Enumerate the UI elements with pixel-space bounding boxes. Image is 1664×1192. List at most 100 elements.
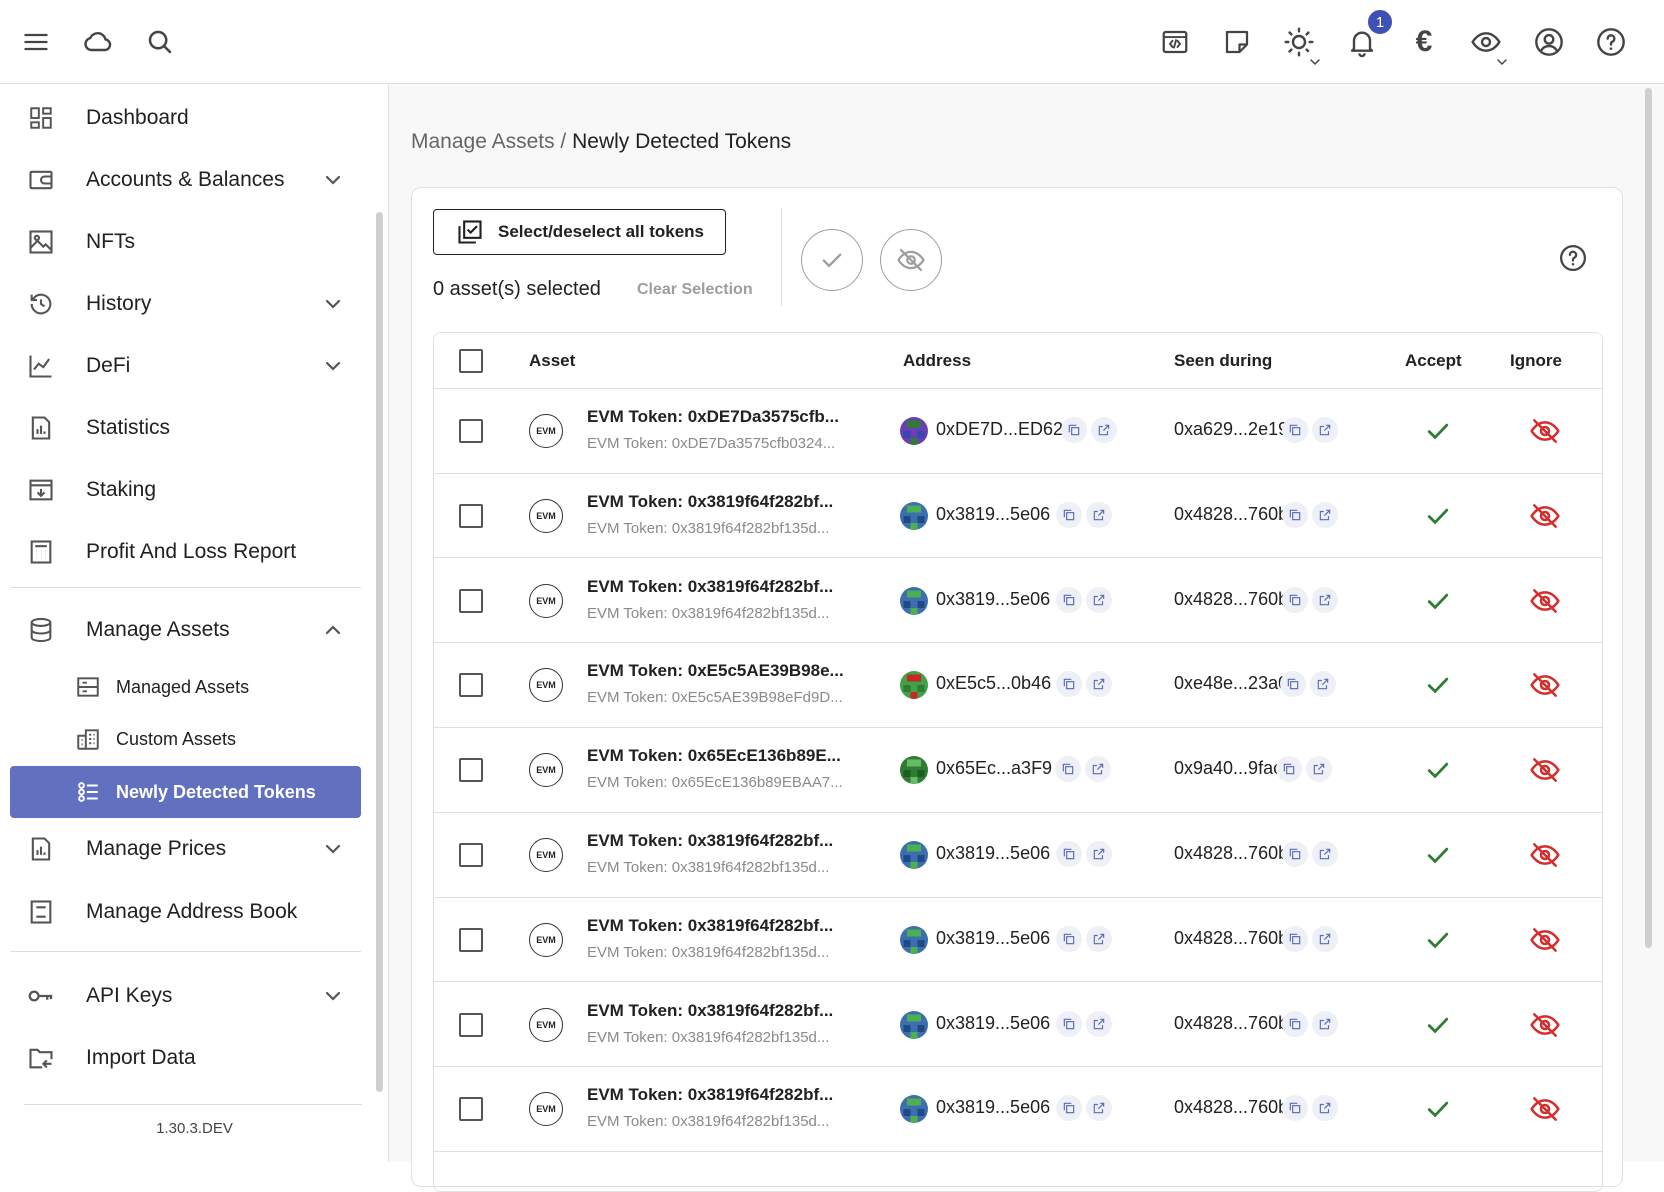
copy-icon[interactable]: [1282, 841, 1308, 867]
help-circle-icon[interactable]: [1589, 20, 1633, 64]
sidebar-item-manage-address-book[interactable]: Manage Address Book: [10, 886, 361, 938]
chevron-up-icon[interactable]: [321, 618, 345, 642]
external-link-icon[interactable]: [1312, 586, 1338, 613]
search-icon[interactable]: [138, 20, 182, 64]
accept-check-icon[interactable]: [1424, 1011, 1452, 1039]
row-checkbox[interactable]: [459, 1097, 483, 1122]
sidebar-item-history[interactable]: History: [10, 278, 361, 330]
external-link-icon[interactable]: [1306, 756, 1332, 783]
copy-icon[interactable]: [1056, 1095, 1082, 1122]
external-link-icon[interactable]: [1086, 1010, 1112, 1037]
external-link-icon[interactable]: [1086, 841, 1112, 867]
column-header-asset[interactable]: Asset: [529, 351, 575, 371]
accept-check-icon[interactable]: [1424, 587, 1452, 615]
select-all-checkbox[interactable]: [459, 349, 483, 373]
external-link-icon[interactable]: [1312, 501, 1338, 528]
select-all-tokens-button[interactable]: Select/deselect all tokens: [433, 209, 726, 255]
sidebar-item-nfts[interactable]: NFTs: [10, 216, 361, 268]
copy-icon[interactable]: [1276, 756, 1302, 783]
chevron-down-icon[interactable]: [1490, 50, 1514, 74]
row-checkbox[interactable]: [459, 758, 483, 783]
sidebar-item-statistics[interactable]: Statistics: [10, 402, 361, 454]
account-circle-icon[interactable]: [1527, 20, 1571, 64]
ignore-eye-off-icon[interactable]: [1529, 500, 1561, 532]
ignore-eye-off-icon[interactable]: [1529, 754, 1561, 786]
external-link-icon[interactable]: [1086, 1095, 1112, 1122]
copy-icon[interactable]: [1056, 841, 1082, 867]
ignore-eye-off-icon[interactable]: [1529, 1009, 1561, 1041]
ignore-eye-off-icon[interactable]: [1529, 1093, 1561, 1125]
code-window-icon[interactable]: [1153, 20, 1197, 64]
currency-button[interactable]: €: [1402, 20, 1446, 64]
external-link-icon[interactable]: [1312, 417, 1338, 443]
ignore-eye-off-icon[interactable]: [1529, 669, 1561, 701]
ignore-eye-off-icon[interactable]: [1529, 924, 1561, 956]
external-link-icon[interactable]: [1310, 671, 1336, 698]
row-checkbox[interactable]: [459, 843, 483, 867]
accept-check-icon[interactable]: [1424, 926, 1452, 954]
copy-icon[interactable]: [1282, 586, 1308, 613]
chevron-down-icon[interactable]: [321, 292, 345, 316]
copy-icon[interactable]: [1280, 671, 1306, 698]
external-link-icon[interactable]: [1312, 1010, 1338, 1037]
external-link-icon[interactable]: [1086, 586, 1112, 613]
copy-icon[interactable]: [1056, 586, 1082, 613]
external-link-icon[interactable]: [1091, 417, 1117, 443]
external-link-icon[interactable]: [1312, 1095, 1338, 1122]
ignore-eye-off-icon[interactable]: [1529, 415, 1561, 447]
accept-check-icon[interactable]: [1424, 502, 1452, 530]
chevron-down-icon[interactable]: [321, 354, 345, 378]
sidebar-item-manage-prices[interactable]: Manage Prices: [10, 823, 361, 875]
external-link-icon[interactable]: [1086, 501, 1112, 528]
copy-icon[interactable]: [1056, 1010, 1082, 1037]
accept-check-icon[interactable]: [1424, 417, 1452, 445]
copy-icon[interactable]: [1056, 671, 1082, 698]
privacy-eye-icon[interactable]: [1464, 20, 1514, 74]
ignore-selected-button[interactable]: [880, 229, 942, 291]
clear-selection-button[interactable]: Clear Selection: [637, 281, 753, 299]
breadcrumb-parent[interactable]: Manage Assets: [411, 130, 555, 153]
copy-icon[interactable]: [1282, 1010, 1308, 1037]
cloud-icon[interactable]: [76, 20, 120, 64]
menu-icon[interactable]: [14, 20, 58, 64]
chevron-down-icon[interactable]: [1303, 50, 1327, 74]
row-checkbox[interactable]: [459, 673, 483, 698]
column-header-address[interactable]: Address: [903, 351, 971, 371]
copy-icon[interactable]: [1282, 925, 1308, 952]
ignore-eye-off-icon[interactable]: [1529, 585, 1561, 617]
copy-icon[interactable]: [1055, 756, 1081, 783]
ignore-eye-off-icon[interactable]: [1529, 839, 1561, 871]
notifications-bell-icon[interactable]: 1: [1340, 8, 1394, 64]
external-link-icon[interactable]: [1312, 925, 1338, 952]
sidebar-item-accounts-balances[interactable]: Accounts & Balances: [10, 154, 361, 206]
external-link-icon[interactable]: [1312, 841, 1338, 867]
chevron-down-icon[interactable]: [321, 168, 345, 192]
sidebar-item-defi[interactable]: DeFi: [10, 340, 361, 392]
chevron-down-icon[interactable]: [321, 984, 345, 1008]
row-checkbox[interactable]: [459, 1012, 483, 1037]
sidebar-item-newly-detected-tokens[interactable]: Newly Detected Tokens: [10, 766, 361, 818]
column-header-seen-during[interactable]: Seen during: [1174, 351, 1272, 371]
sidebar-item-managed-assets[interactable]: Managed Assets: [10, 661, 361, 713]
external-link-icon[interactable]: [1085, 756, 1111, 783]
accept-check-icon[interactable]: [1424, 671, 1452, 699]
accept-check-icon[interactable]: [1424, 841, 1452, 869]
copy-icon[interactable]: [1282, 1095, 1308, 1122]
copy-icon[interactable]: [1282, 501, 1308, 528]
sidebar-item-profit-loss-report[interactable]: Profit And Loss Report: [10, 526, 361, 578]
sidebar-item-api-keys[interactable]: API Keys: [10, 970, 361, 1022]
row-checkbox[interactable]: [459, 503, 483, 528]
sidebar-item-manage-assets[interactable]: Manage Assets: [10, 604, 361, 656]
row-checkbox[interactable]: [459, 588, 483, 613]
sidebar-item-dashboard[interactable]: Dashboard: [10, 92, 361, 144]
copy-icon[interactable]: [1282, 417, 1308, 443]
sidebar-item-staking[interactable]: Staking: [10, 464, 361, 516]
main-scrollbar[interactable]: [1645, 88, 1652, 948]
copy-icon[interactable]: [1056, 925, 1082, 952]
accept-selected-button[interactable]: [801, 229, 863, 291]
row-checkbox[interactable]: [459, 927, 483, 952]
sidebar-item-import-data[interactable]: Import Data: [10, 1032, 361, 1084]
row-checkbox[interactable]: [459, 419, 483, 443]
copy-icon[interactable]: [1061, 417, 1087, 443]
copy-icon[interactable]: [1056, 501, 1082, 528]
